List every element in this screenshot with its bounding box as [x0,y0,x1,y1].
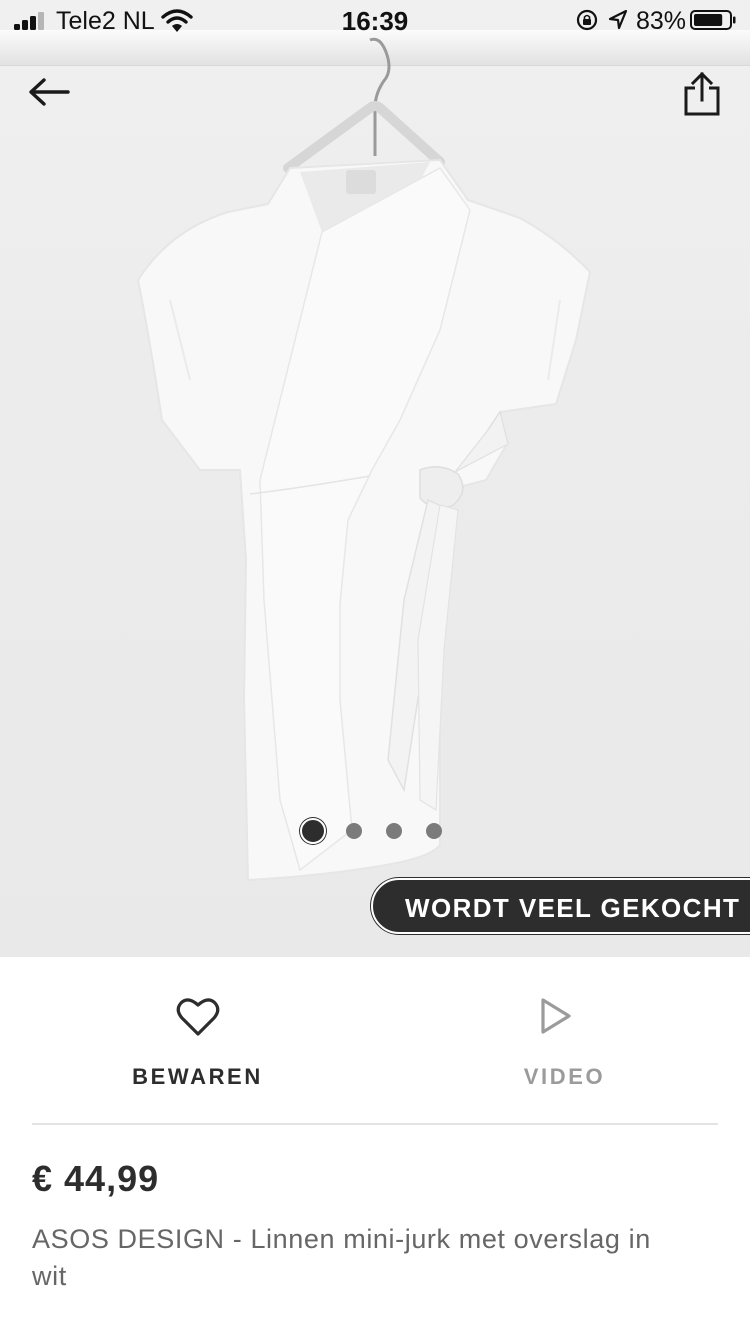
heart-icon [176,998,220,1036]
back-arrow-icon [29,78,70,106]
carousel-dot[interactable] [300,818,326,844]
carousel-dot[interactable] [426,823,442,839]
back-button[interactable] [24,72,74,112]
popular-badge-label: WORDT VEEL GEKOCHT [405,893,741,923]
location-icon [608,9,628,30]
product-image[interactable] [0,0,750,957]
play-icon [541,998,571,1034]
battery-percent: 83% [636,7,687,35]
section-divider [32,1123,718,1125]
video-label: VIDEO [523,1064,606,1089]
status-bar: Tele2 NL 16:39 83% [0,0,750,40]
share-icon [684,71,720,116]
video-button[interactable]: VIDEO [375,957,750,1123]
save-button[interactable]: BEWAREN [0,957,375,1123]
carousel-dot[interactable] [346,823,362,839]
battery-icon [690,10,736,30]
product-title: ASOS DESIGN - Linnen mini-jurk met overs… [32,1224,651,1291]
action-bar: BEWAREN VIDEO [0,957,750,1123]
orientation-lock-icon [576,9,598,31]
product-price: € 44,99 [32,1158,160,1199]
share-button[interactable] [680,70,724,118]
dress-photo [136,37,592,882]
carousel-dot[interactable] [386,823,402,839]
save-label: BEWAREN [132,1064,263,1089]
carousel-indicator [300,818,450,844]
popular-badge: WORDT VEEL GEKOCHT [371,878,750,934]
